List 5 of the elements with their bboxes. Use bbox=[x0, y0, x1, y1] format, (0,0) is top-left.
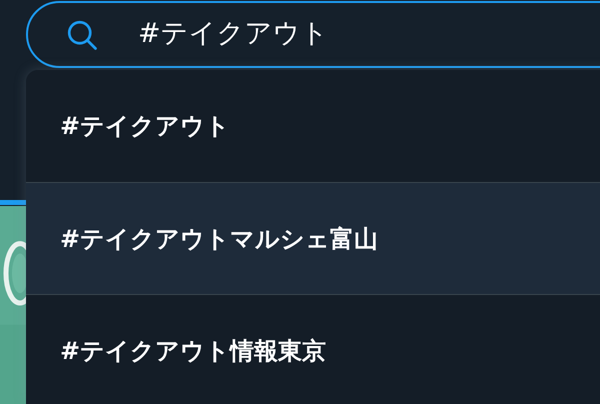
search-field[interactable]: #テイクアウト bbox=[26, 1, 600, 68]
suggestion-item[interactable]: #テイクアウト情報東京 bbox=[26, 294, 600, 404]
search-input[interactable]: #テイクアウト bbox=[138, 14, 538, 55]
suggestion-item[interactable]: #テイクアウト bbox=[26, 70, 600, 182]
suggestion-item[interactable]: #テイクアウトマルシェ富山 bbox=[26, 182, 600, 294]
